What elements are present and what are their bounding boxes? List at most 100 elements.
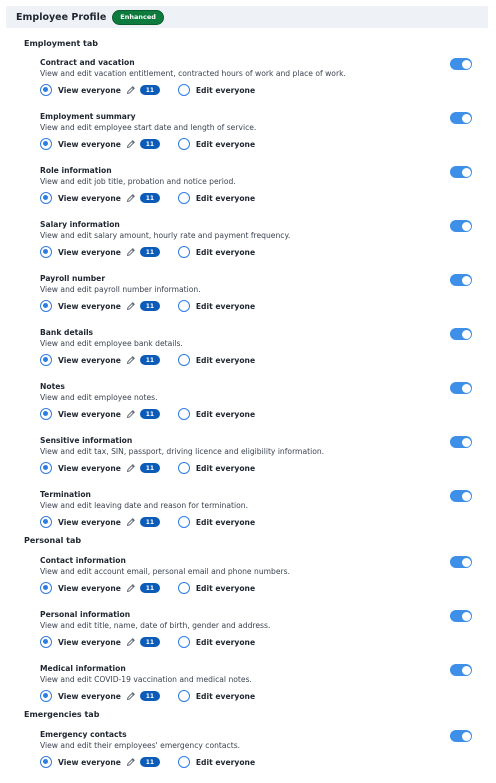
member-count-badge[interactable]: 11 bbox=[139, 247, 160, 257]
permission-title: Contact information bbox=[40, 556, 126, 565]
edit-everyone-radio[interactable] bbox=[177, 354, 190, 366]
edit-everyone-radio[interactable] bbox=[177, 138, 190, 150]
edit-everyone-radio[interactable] bbox=[177, 246, 190, 258]
permission-options: View everyone 11 Edit everyone bbox=[40, 462, 255, 474]
member-count-badge[interactable]: 11 bbox=[139, 583, 160, 593]
permission-item: Termination View and edit leaving date a… bbox=[40, 490, 472, 544]
pencil-icon[interactable] bbox=[126, 301, 136, 311]
edit-everyone-radio[interactable] bbox=[177, 462, 190, 474]
permission-toggle[interactable] bbox=[450, 610, 472, 622]
pencil-icon[interactable] bbox=[126, 247, 136, 257]
permission-title: Payroll number bbox=[40, 274, 106, 283]
pencil-icon[interactable] bbox=[126, 691, 136, 701]
view-everyone-label: View everyone bbox=[58, 757, 121, 767]
permission-title: Role information bbox=[40, 166, 112, 175]
toggle-knob bbox=[461, 557, 471, 567]
pencil-icon[interactable] bbox=[126, 757, 136, 767]
edit-everyone-radio[interactable] bbox=[177, 690, 190, 702]
pencil-icon[interactable] bbox=[126, 139, 136, 149]
permission-toggle[interactable] bbox=[450, 436, 472, 448]
pencil-icon[interactable] bbox=[126, 193, 136, 203]
pencil-icon[interactable] bbox=[126, 463, 136, 473]
pencil-icon[interactable] bbox=[126, 409, 136, 419]
permission-toggle[interactable] bbox=[450, 220, 472, 232]
section-title: Employment tab bbox=[24, 39, 98, 48]
pencil-icon[interactable] bbox=[126, 517, 136, 527]
permission-options: View everyone 11 Edit everyone bbox=[40, 690, 255, 702]
permission-description: View and edit employee start date and le… bbox=[40, 123, 257, 132]
view-everyone-radio[interactable] bbox=[40, 582, 52, 594]
view-everyone-radio[interactable] bbox=[40, 84, 52, 96]
edit-everyone-radio[interactable] bbox=[177, 756, 190, 768]
view-everyone-label: View everyone bbox=[58, 463, 121, 473]
edit-everyone-radio[interactable] bbox=[177, 408, 190, 420]
permission-toggle[interactable] bbox=[450, 274, 472, 286]
edit-everyone-radio[interactable] bbox=[177, 300, 190, 312]
member-count-badge[interactable]: 11 bbox=[139, 301, 160, 311]
view-everyone-radio[interactable] bbox=[40, 516, 52, 528]
view-everyone-radio[interactable] bbox=[40, 300, 52, 312]
permission-toggle[interactable] bbox=[450, 58, 472, 70]
permission-toggle[interactable] bbox=[450, 556, 472, 568]
view-everyone-radio[interactable] bbox=[40, 138, 52, 150]
view-everyone-radio[interactable] bbox=[40, 462, 52, 474]
permission-description: View and edit job title, probation and n… bbox=[40, 177, 236, 186]
permission-item: Contract and vacation View and edit vaca… bbox=[40, 58, 472, 112]
view-everyone-radio[interactable] bbox=[40, 636, 52, 648]
permission-item: Payroll number View and edit payroll num… bbox=[40, 274, 472, 328]
permission-options: View everyone 11 Edit everyone bbox=[40, 138, 255, 150]
edit-everyone-radio[interactable] bbox=[177, 582, 190, 594]
toggle-knob bbox=[461, 167, 471, 177]
member-count-badge[interactable]: 11 bbox=[139, 757, 160, 767]
toggle-knob bbox=[461, 275, 471, 285]
member-count-badge[interactable]: 11 bbox=[139, 637, 160, 647]
edit-everyone-radio[interactable] bbox=[177, 516, 190, 528]
permission-toggle[interactable] bbox=[450, 382, 472, 394]
edit-everyone-radio[interactable] bbox=[177, 636, 190, 648]
pencil-icon[interactable] bbox=[126, 637, 136, 647]
member-count-badge[interactable]: 11 bbox=[139, 139, 160, 149]
permission-toggle[interactable] bbox=[450, 490, 472, 502]
edit-everyone-radio[interactable] bbox=[177, 192, 190, 204]
toggle-knob bbox=[461, 665, 471, 675]
permission-toggle[interactable] bbox=[450, 730, 472, 742]
member-count-badge[interactable]: 11 bbox=[139, 193, 160, 203]
member-count-badge[interactable]: 11 bbox=[139, 409, 160, 419]
permission-description: View and edit account email, personal em… bbox=[40, 567, 291, 576]
edit-everyone-label: Edit everyone bbox=[195, 355, 256, 365]
permission-toggle[interactable] bbox=[450, 664, 472, 676]
permission-options: View everyone 11 Edit everyone bbox=[40, 84, 255, 96]
permission-title: Contract and vacation bbox=[40, 58, 135, 67]
permission-item: Salary information View and edit salary … bbox=[40, 220, 472, 274]
page-title: Employee Profile bbox=[16, 11, 107, 23]
view-everyone-label: View everyone bbox=[58, 637, 121, 647]
view-everyone-radio[interactable] bbox=[40, 192, 52, 204]
pencil-icon[interactable] bbox=[126, 355, 136, 365]
permission-toggle[interactable] bbox=[450, 166, 472, 178]
permission-toggle[interactable] bbox=[450, 112, 472, 124]
view-everyone-radio[interactable] bbox=[40, 756, 52, 768]
pencil-icon[interactable] bbox=[126, 583, 136, 593]
edit-everyone-label: Edit everyone bbox=[195, 757, 256, 767]
edit-everyone-label: Edit everyone bbox=[195, 247, 256, 257]
edit-everyone-radio[interactable] bbox=[177, 84, 190, 96]
permission-options: View everyone 11 Edit everyone bbox=[40, 756, 255, 768]
permission-title: Bank details bbox=[40, 328, 94, 337]
view-everyone-radio[interactable] bbox=[40, 354, 52, 366]
view-everyone-radio[interactable] bbox=[40, 408, 52, 420]
permission-item: Medical information View and edit COVID-… bbox=[40, 664, 472, 718]
member-count-badge[interactable]: 11 bbox=[139, 463, 160, 473]
view-everyone-radio[interactable] bbox=[40, 246, 52, 258]
permission-title: Emergency contacts bbox=[40, 730, 127, 739]
member-count-badge[interactable]: 11 bbox=[139, 691, 160, 701]
member-count-badge[interactable]: 11 bbox=[139, 85, 160, 95]
toggle-knob bbox=[461, 221, 471, 231]
view-everyone-label: View everyone bbox=[58, 355, 121, 365]
permission-toggle[interactable] bbox=[450, 328, 472, 340]
member-count-badge[interactable]: 11 bbox=[139, 517, 160, 527]
permission-title: Salary information bbox=[40, 220, 120, 229]
member-count-badge[interactable]: 11 bbox=[139, 355, 160, 365]
permission-description: View and edit leaving date and reason fo… bbox=[40, 501, 248, 510]
pencil-icon[interactable] bbox=[126, 85, 136, 95]
view-everyone-radio[interactable] bbox=[40, 690, 52, 702]
